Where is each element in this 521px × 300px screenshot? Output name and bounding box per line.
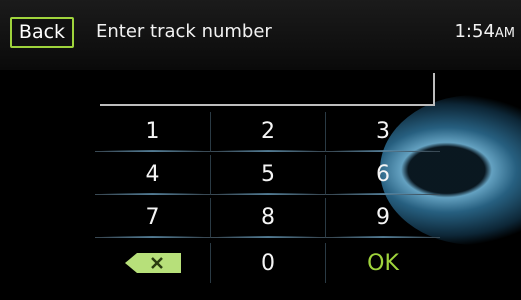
key-5[interactable]: 5 <box>210 155 325 195</box>
ok-label: OK <box>367 250 399 276</box>
key-label: 0 <box>261 250 275 276</box>
page-title: Enter track number <box>96 21 272 42</box>
backspace-button[interactable] <box>95 243 210 283</box>
clock: 1:54AM <box>454 19 515 47</box>
clock-ampm: AM <box>494 26 515 41</box>
clock-time: 1:54 <box>454 21 495 42</box>
key-9[interactable]: 9 <box>325 198 440 238</box>
key-1[interactable]: 1 <box>95 112 210 152</box>
header-bar: Back Enter track number 1:54AM <box>0 0 521 70</box>
key-label: 2 <box>261 119 275 144</box>
ok-button[interactable]: OK <box>325 243 440 283</box>
key-label: 8 <box>261 205 275 230</box>
key-8[interactable]: 8 <box>210 198 325 238</box>
key-0[interactable]: 0 <box>210 243 325 283</box>
key-label: 4 <box>145 162 160 187</box>
key-7[interactable]: 7 <box>95 198 210 238</box>
key-label: 6 <box>376 162 390 187</box>
backspace-icon <box>124 253 181 273</box>
key-3[interactable]: 3 <box>325 112 440 152</box>
track-number-field[interactable] <box>100 73 435 106</box>
key-label: 7 <box>145 205 160 230</box>
key-6[interactable]: 6 <box>325 155 440 195</box>
back-button[interactable]: Back <box>10 17 74 48</box>
key-4[interactable]: 4 <box>95 155 210 195</box>
key-label: 9 <box>376 205 390 230</box>
numeric-keypad: 1 2 3 4 5 6 7 8 9 0 OK <box>95 112 440 292</box>
key-2[interactable]: 2 <box>210 112 325 152</box>
track-entry-screen: Back Enter track number 1:54AM 1 2 3 4 5… <box>0 0 521 300</box>
key-label: 3 <box>376 119 390 144</box>
key-label: 5 <box>261 162 275 187</box>
key-label: 1 <box>145 119 160 144</box>
